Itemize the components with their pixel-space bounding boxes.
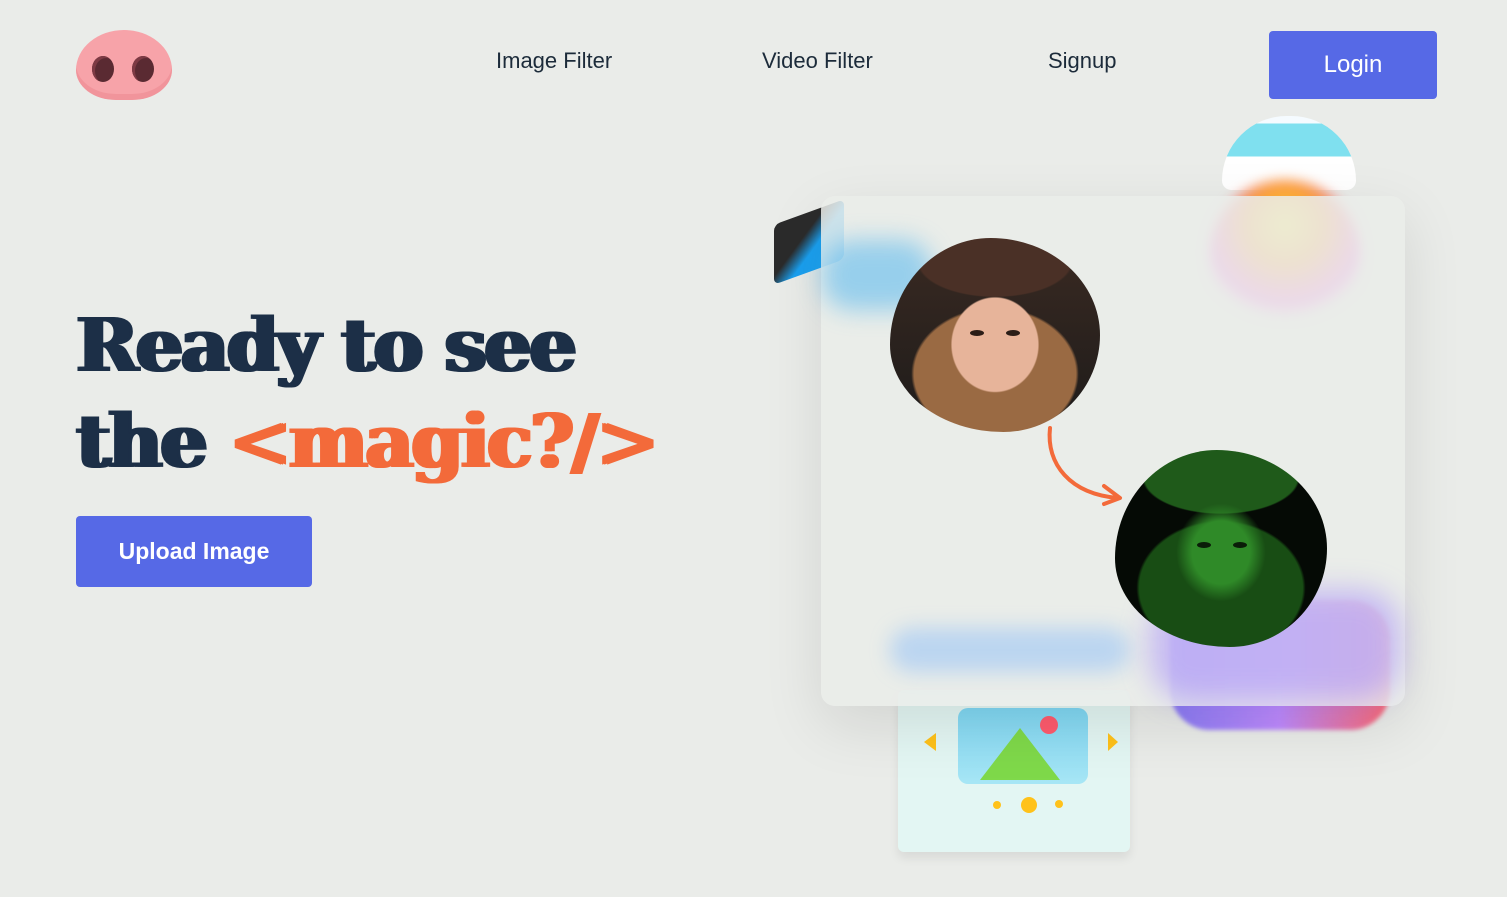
nav-signup[interactable]: Signup <box>1048 48 1117 74</box>
sun-icon <box>1040 716 1058 734</box>
curved-arrow-icon <box>1047 426 1122 506</box>
carousel-dot <box>993 801 1001 809</box>
carousel-dot <box>1055 800 1063 808</box>
eye-shape <box>1197 542 1211 548</box>
hero-headline: Ready to see the <magic?/> <box>76 298 736 490</box>
nostril-icon <box>92 56 114 82</box>
filtered-portrait-image <box>1115 450 1327 647</box>
mountain-icon <box>980 728 1060 780</box>
nostril-icon <box>132 56 154 82</box>
upload-image-button[interactable]: Upload Image <box>76 516 312 587</box>
glass-blur-decoration <box>890 628 1130 672</box>
nav-video-filter[interactable]: Video Filter <box>762 48 873 74</box>
carousel-dot-active <box>1021 797 1037 813</box>
arrow-right-icon <box>1108 733 1118 751</box>
login-button[interactable]: Login <box>1269 31 1437 99</box>
eye-shape <box>970 330 984 336</box>
headline-magic-highlight: <magic?/> <box>228 399 659 485</box>
headline-line-1: Ready to see <box>76 303 576 389</box>
original-portrait-image <box>890 238 1100 432</box>
nav-image-filter[interactable]: Image Filter <box>496 48 612 74</box>
pig-nose-logo[interactable] <box>76 30 172 100</box>
arrow-left-icon <box>924 733 936 751</box>
lamp-decoration <box>1222 116 1356 190</box>
eye-shape <box>1006 330 1020 336</box>
headline-line-2-prefix: the <box>76 399 229 485</box>
eye-shape <box>1233 542 1247 548</box>
